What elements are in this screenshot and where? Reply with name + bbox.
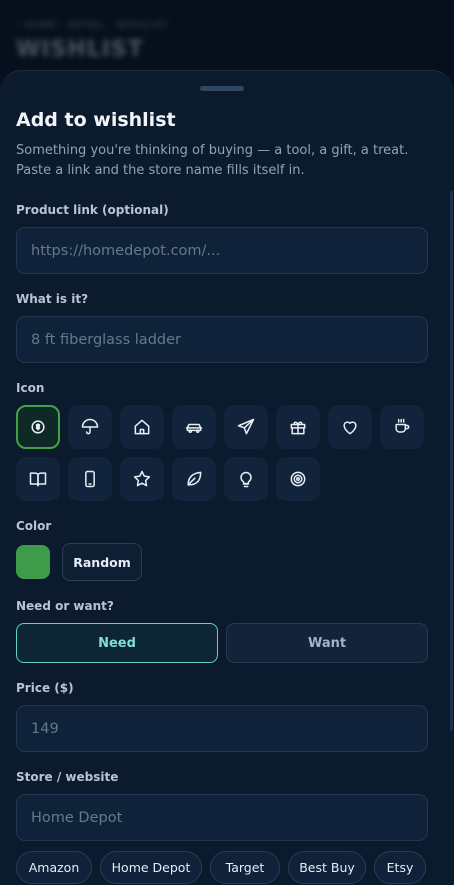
icon-option-star[interactable] bbox=[120, 457, 164, 501]
icon-option-target[interactable] bbox=[276, 457, 320, 501]
icon-option-heart[interactable] bbox=[328, 405, 372, 449]
gift-icon bbox=[290, 421, 306, 435]
need-want-label: Need or want? bbox=[16, 599, 114, 613]
home-icon bbox=[134, 419, 150, 435]
drag-handle[interactable] bbox=[200, 86, 244, 91]
color-swatch[interactable] bbox=[16, 545, 50, 579]
price-label: Price ($) bbox=[16, 681, 74, 695]
send-icon bbox=[237, 418, 255, 435]
what-field[interactable] bbox=[16, 316, 428, 363]
icon-option-home[interactable] bbox=[120, 405, 164, 449]
store-input[interactable] bbox=[31, 809, 427, 826]
need-button[interactable]: Need bbox=[16, 623, 218, 663]
price-input[interactable] bbox=[31, 720, 427, 737]
sheet-title: Add to wishlist bbox=[16, 109, 176, 131]
icon-option-coin[interactable] bbox=[16, 405, 60, 449]
icon-option-leaf[interactable] bbox=[172, 457, 216, 501]
price-field[interactable] bbox=[16, 705, 428, 752]
sheet-subtitle: Something you're thinking of buying — a … bbox=[16, 143, 409, 178]
book-icon bbox=[29, 472, 47, 487]
car-icon bbox=[185, 423, 203, 433]
umbrella-icon bbox=[81, 418, 99, 435]
product-link-input[interactable] bbox=[31, 242, 427, 259]
what-input[interactable] bbox=[31, 331, 427, 348]
leaf-icon bbox=[187, 471, 202, 486]
color-label: Color bbox=[16, 519, 52, 533]
coffee-icon bbox=[395, 418, 410, 433]
icon-option-gift[interactable] bbox=[276, 405, 320, 449]
star-icon bbox=[133, 470, 151, 487]
target-icon bbox=[290, 471, 306, 487]
icon-option-send[interactable] bbox=[224, 405, 268, 449]
icon-option-umbrella[interactable] bbox=[68, 405, 112, 449]
what-label: What is it? bbox=[16, 292, 89, 306]
page-title: WISHLIST bbox=[16, 37, 144, 62]
store-chip-target[interactable]: Target bbox=[210, 851, 280, 884]
icon-option-coffee[interactable] bbox=[380, 405, 424, 449]
lightbulb-icon bbox=[240, 471, 252, 488]
icon-label: Icon bbox=[16, 381, 45, 395]
icon-option-car[interactable] bbox=[172, 405, 216, 449]
add-to-wishlist-sheet: Add to wishlist Something you're thinkin… bbox=[0, 70, 454, 885]
random-color-button[interactable]: Random bbox=[62, 543, 142, 581]
product-link-label: Product link (optional) bbox=[16, 203, 169, 217]
background-header: ‹ HOME · DETAIL · WISHLIST WISHLIST bbox=[16, 20, 168, 62]
store-chip-home-depot[interactable]: Home Depot bbox=[100, 851, 202, 884]
store-chip-etsy[interactable]: Etsy bbox=[374, 851, 426, 884]
icon-option-book[interactable] bbox=[16, 457, 60, 501]
icon-option-phone[interactable] bbox=[68, 457, 112, 501]
heart-icon bbox=[343, 421, 357, 435]
product-link-field[interactable] bbox=[16, 227, 428, 274]
icon-option-lightbulb[interactable] bbox=[224, 457, 268, 501]
store-chip-best-buy[interactable]: Best Buy bbox=[288, 851, 366, 884]
breadcrumb: ‹ HOME · DETAIL · WISHLIST bbox=[16, 20, 168, 31]
store-chip-amazon[interactable]: Amazon bbox=[16, 851, 92, 884]
coin-icon bbox=[31, 420, 45, 434]
store-label: Store / website bbox=[16, 770, 119, 784]
store-field[interactable] bbox=[16, 794, 428, 841]
want-button[interactable]: Want bbox=[226, 623, 428, 663]
phone-icon bbox=[85, 470, 95, 488]
scrollbar[interactable] bbox=[450, 191, 453, 731]
